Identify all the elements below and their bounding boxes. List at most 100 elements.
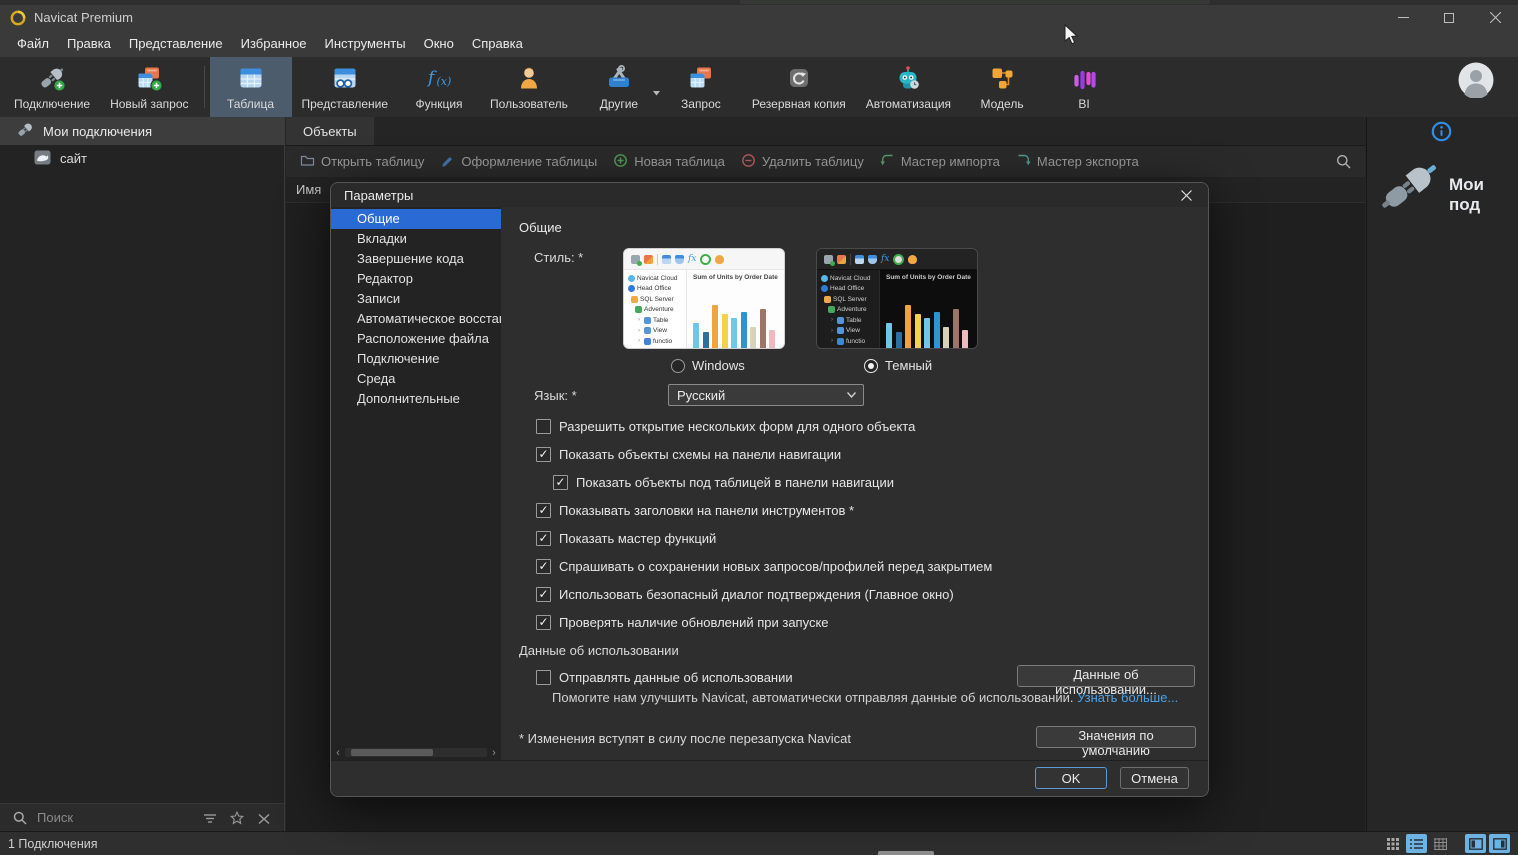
radio-style-dark[interactable]: Темный [864, 358, 932, 373]
filter-sort-icon[interactable] [200, 808, 220, 828]
option-checkbox-3[interactable]: Показывать заголовки на панели инструмен… [536, 501, 992, 519]
checkbox-label: Спрашивать о сохранении новых запросов/п… [559, 559, 992, 574]
view-detail-icon[interactable] [1430, 834, 1451, 853]
menu-bar: ФайлПравкаПредставлениеИзбранноеИнструме… [0, 30, 1518, 57]
dialog-title-bar[interactable]: Параметры [331, 183, 1208, 207]
scrollbar-thumb[interactable] [351, 749, 433, 756]
ok-button[interactable]: OK [1035, 767, 1107, 789]
view-grid-icon[interactable] [1382, 834, 1403, 853]
menu-item-3[interactable]: Избранное [232, 32, 316, 55]
options-nav-item-7[interactable]: Подключение [331, 349, 501, 369]
svg-text:f: f [426, 68, 437, 88]
preview-sepi-icon [657, 254, 658, 265]
folder-icon [300, 153, 315, 170]
objects-search-icon[interactable] [1336, 154, 1351, 174]
defaults-button[interactable]: Значения по умолчанию [1036, 726, 1196, 748]
preview-tree-item: Adventure [821, 305, 879, 316]
toolbar-button-bi[interactable]: BI [1043, 57, 1125, 117]
import-wizard-button[interactable]: Мастер импорта [872, 153, 1008, 170]
menu-item-4[interactable]: Инструменты [316, 32, 415, 55]
menu-item-2[interactable]: Представление [120, 32, 232, 55]
menu-item-5[interactable]: Окно [415, 32, 463, 55]
search-input[interactable]: Поиск [37, 810, 193, 825]
option-checkbox-1[interactable]: Показать объекты схемы на панели навигац… [536, 445, 992, 463]
language-select[interactable]: Русский [668, 384, 864, 406]
options-nav-scrollbar[interactable]: ‹ › [333, 746, 499, 759]
open-table-button[interactable]: Открыть таблицу [292, 153, 432, 170]
toggle-left-pane-icon[interactable] [1465, 834, 1486, 853]
usage-section-header: Данные об использовании [519, 643, 679, 658]
style-preview-windows[interactable]: fxNavicat CloudHead OfficeSQL ServerAdve… [623, 248, 785, 349]
usage-data-checkbox[interactable]: Отправлять данные об использовании [536, 668, 793, 686]
scrollbar-track[interactable] [345, 748, 487, 757]
toolbar-button-new-query[interactable]: Новый запрос [100, 57, 198, 117]
toolbar-button-view[interactable]: Представление [292, 57, 399, 117]
scroll-right-arrow[interactable]: › [489, 748, 499, 758]
option-checkbox-5[interactable]: Спрашивать о сохранении новых запросов/п… [536, 557, 992, 575]
preview-tree-item: SQL Server [821, 294, 879, 305]
options-nav-item-9[interactable]: Дополнительные [331, 389, 501, 409]
maximize-button[interactable] [1426, 5, 1472, 30]
delete-table-button[interactable]: Удалить таблицу [733, 153, 872, 171]
option-checkbox-7[interactable]: Проверять наличие обновлений при запуске [536, 613, 992, 631]
usage-data-button[interactable]: Данные об использовании... [1017, 665, 1195, 687]
scroll-left-arrow[interactable]: ‹ [333, 748, 343, 758]
others-dropdown-caret[interactable] [653, 85, 660, 99]
usage-help-text: Помогите нам улучшить Navicat, автоматич… [552, 690, 1073, 705]
sidebar-item-connection-site[interactable]: сайт [0, 145, 284, 172]
options-nav-item-0[interactable]: Общие [331, 209, 501, 229]
new-table-button[interactable]: Новая таблица [605, 153, 733, 171]
checkbox [536, 531, 551, 546]
options-nav-item-3[interactable]: Редактор [331, 269, 501, 289]
minimize-button[interactable] [1380, 5, 1426, 30]
radio-style-windows[interactable]: Windows [671, 358, 745, 373]
options-nav-item-2[interactable]: Завершение кода [331, 249, 501, 269]
objects-toolbar: Открыть таблицу Оформление таблицы Новая… [286, 146, 1365, 177]
toolbar-button-function[interactable]: f(x) Функция [398, 57, 480, 117]
toolbar-button-user[interactable]: Пользователь [480, 57, 578, 117]
radio-circle [671, 359, 685, 373]
cancel-button[interactable]: Отмена [1120, 767, 1189, 789]
options-nav-item-8[interactable]: Среда [331, 369, 501, 389]
sidebar-item-my-connections[interactable]: Мои подключения [0, 117, 284, 145]
toolbar-button-automation[interactable]: Автоматизация [856, 57, 961, 117]
learn-more-link[interactable]: Узнать больше... [1077, 690, 1178, 705]
toolbar-button-backup[interactable]: Резервная копия [742, 57, 856, 117]
option-checkbox-4[interactable]: Показать мастер функций [536, 529, 992, 547]
preview-tree-item: Head Office [628, 284, 686, 295]
user-icon [515, 64, 543, 95]
collapse-all-icon[interactable] [254, 808, 274, 828]
options-nav-item-5[interactable]: Автоматическое восстано [331, 309, 501, 329]
checkbox [536, 587, 551, 602]
language-label: Язык: * [534, 388, 577, 403]
option-checkbox-2[interactable]: Показать объекты под таблицей в панели н… [553, 473, 992, 491]
options-nav-item-4[interactable]: Записи [331, 289, 501, 309]
toolbar-button-connection[interactable]: Подключение [4, 57, 100, 117]
options-nav-item-1[interactable]: Вкладки [331, 229, 501, 249]
toolbar-button-query[interactable]: Запрос [660, 57, 742, 117]
user-avatar[interactable] [1458, 62, 1494, 98]
option-checkbox-6[interactable]: Использовать безопасный диалог подтвержд… [536, 585, 992, 603]
bi-icon [1070, 64, 1098, 95]
toolbar-button-model[interactable]: Модель [961, 57, 1043, 117]
menu-item-6[interactable]: Справка [463, 32, 532, 55]
export-wizard-button[interactable]: Мастер экспорта [1008, 153, 1147, 170]
options-nav-item-6[interactable]: Расположение файла [331, 329, 501, 349]
toolbar-button-others[interactable]: Другие [578, 57, 660, 117]
sidebar-root-label: Мои подключения [43, 124, 152, 139]
dialog-close-button[interactable] [1172, 185, 1200, 206]
favorites-star-icon[interactable] [227, 808, 247, 828]
toggle-right-pane-icon[interactable] [1489, 834, 1510, 853]
menu-item-0[interactable]: Файл [8, 32, 58, 55]
menu-item-1[interactable]: Правка [58, 32, 120, 55]
close-button[interactable] [1472, 5, 1518, 30]
toolbar-button-table[interactable]: Таблица [210, 57, 292, 117]
preview-tree-item: ›functio [821, 336, 879, 347]
info-icon[interactable] [1431, 121, 1452, 147]
view-list-icon[interactable] [1406, 834, 1427, 853]
design-table-button[interactable]: Оформление таблицы [432, 153, 605, 170]
option-checkbox-0[interactable]: Разрешить открытие нескольких форм для о… [536, 417, 992, 435]
tab-objects[interactable]: Объекты [286, 117, 374, 145]
style-preview-dark[interactable]: fxNavicat CloudHead OfficeSQL ServerAdve… [816, 248, 978, 349]
preview-chart: Sum of Units by Order Date [879, 270, 977, 349]
